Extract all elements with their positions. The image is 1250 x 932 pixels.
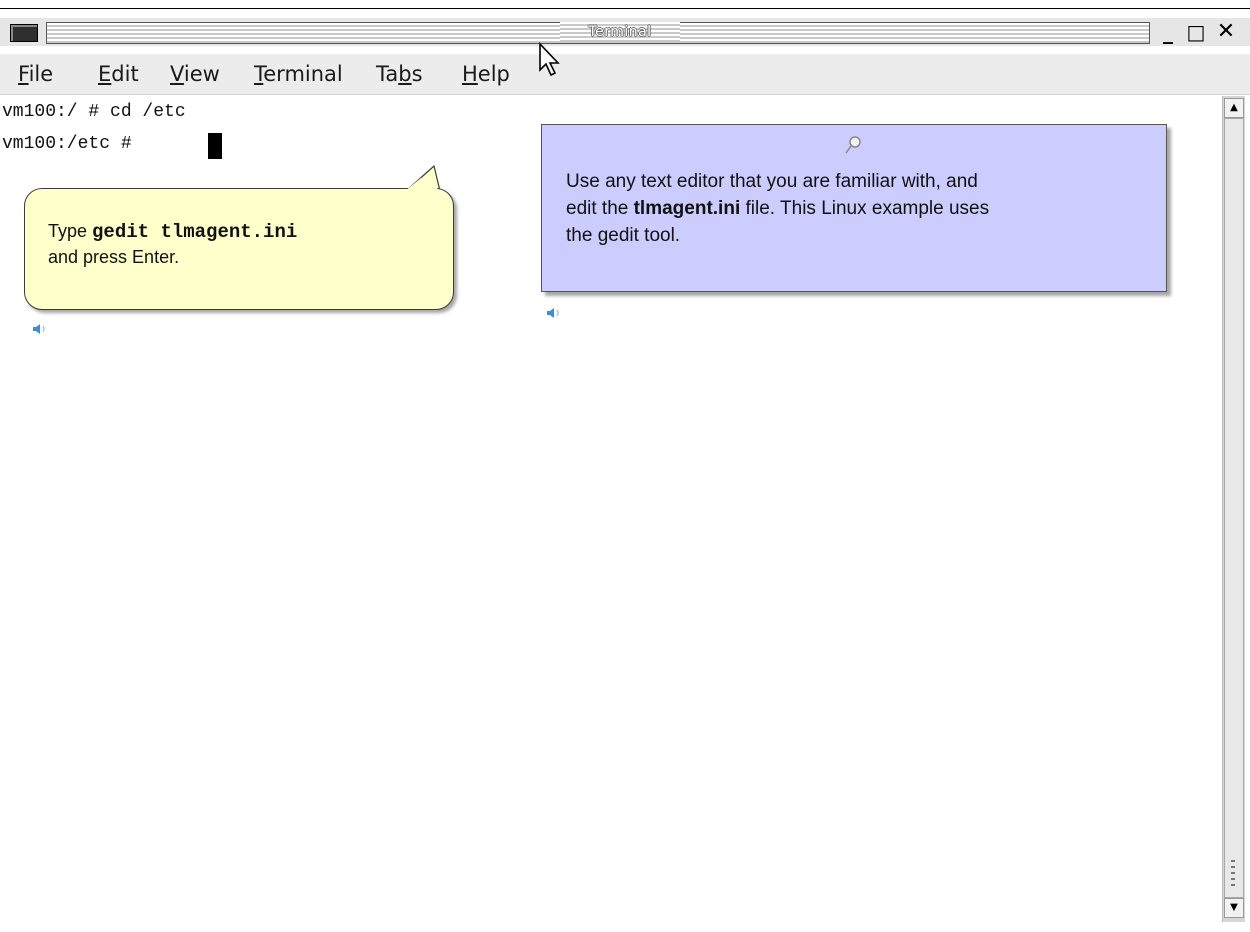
scrollbar-thumb[interactable] bbox=[1224, 118, 1244, 898]
instruction-text: Type gedit tlmagent.ini and press Enter. bbox=[48, 218, 428, 270]
instruction-type-word: Type bbox=[48, 221, 93, 241]
menu-view[interactable]: View bbox=[170, 62, 220, 86]
top-border bbox=[0, 0, 1250, 9]
mouse-pointer-icon bbox=[539, 42, 560, 77]
menu-view-rest: iew bbox=[183, 62, 220, 86]
close-button[interactable]: ✕ bbox=[1214, 20, 1238, 44]
note-line1: Use any text editor that you are familia… bbox=[566, 171, 978, 192]
terminal-line: vm100:/etc # bbox=[2, 134, 143, 154]
terminal-app-icon[interactable] bbox=[10, 24, 38, 42]
menu-tabs-pre: Ta bbox=[376, 62, 399, 86]
scrollbar-grip bbox=[1231, 860, 1235, 886]
menu-terminal[interactable]: Terminal bbox=[254, 62, 343, 86]
menu-help-rest: elp bbox=[477, 62, 510, 86]
speaker-icon[interactable] bbox=[32, 322, 50, 336]
menu-help[interactable]: Help bbox=[462, 62, 510, 86]
note-line2-pre: edit the bbox=[566, 198, 634, 219]
menu-file-accel: F bbox=[18, 62, 29, 86]
window-title: Terminal bbox=[560, 22, 680, 42]
menu-help-accel: H bbox=[462, 62, 478, 86]
note-filename: tlmagent.ini bbox=[633, 198, 741, 219]
menu-view-accel: V bbox=[170, 62, 184, 86]
menu-file[interactable]: File bbox=[18, 62, 53, 86]
instruction-command: gedit tlmagent.ini bbox=[92, 221, 298, 243]
menu-tabs-accel: b bbox=[398, 62, 412, 86]
menu-edit-rest: dit bbox=[111, 62, 139, 86]
callout-tail-patch bbox=[405, 178, 438, 191]
menu-tabs-rest: s bbox=[411, 62, 423, 86]
terminal-line: vm100:/ # cd /etc bbox=[2, 102, 186, 122]
menu-edit[interactable]: Edit bbox=[98, 62, 139, 86]
terminal-window: Terminal _ □ ✕ File Edit View Terminal T… bbox=[0, 0, 1250, 932]
note-text: Use any text editor that you are familia… bbox=[566, 168, 1146, 249]
pin-icon bbox=[845, 136, 861, 154]
text-cursor bbox=[208, 133, 222, 159]
note-line2-post: file. This Linux example uses bbox=[740, 198, 990, 219]
maximize-button[interactable]: □ bbox=[1184, 20, 1208, 44]
menu-terminal-rest: erminal bbox=[263, 62, 343, 86]
instruction-line2: and press Enter. bbox=[48, 247, 180, 267]
speaker-icon[interactable] bbox=[546, 306, 564, 320]
menu-tabs[interactable]: Tabs bbox=[376, 62, 423, 86]
menu-terminal-accel: T bbox=[254, 62, 264, 86]
scroll-down-button[interactable]: ▼ bbox=[1224, 898, 1244, 918]
minimize-button[interactable]: _ bbox=[1156, 20, 1180, 44]
menu-edit-accel: E bbox=[98, 62, 112, 86]
scroll-up-button[interactable]: ▲ bbox=[1224, 98, 1244, 118]
note-line3: the gedit tool. bbox=[566, 225, 681, 246]
menu-file-rest: ile bbox=[28, 62, 54, 86]
